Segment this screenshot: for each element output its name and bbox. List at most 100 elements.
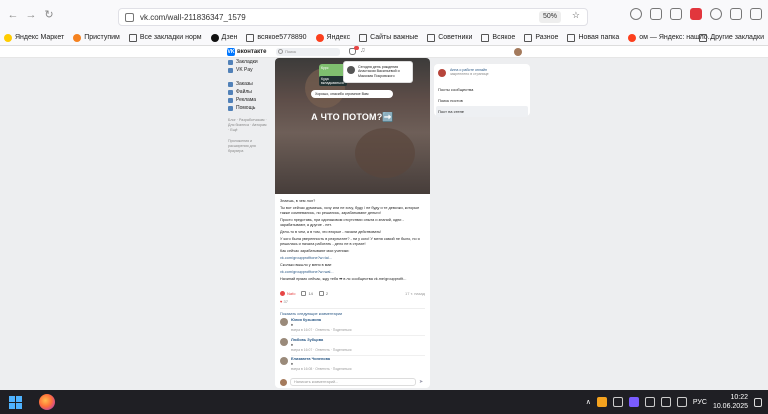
url-bar[interactable]: vk.com/wall-211836347_1579 50% ☆ [118, 8, 588, 26]
bookmark-item[interactable]: Дзен [210, 33, 237, 42]
menu-item-bookmarks[interactable]: Закладки [228, 58, 268, 66]
comment-meta[interactable]: вчера в 16:08 · Ответить · Поделиться [291, 367, 351, 371]
ads-icon [228, 97, 233, 103]
nav-link-wall-post[interactable]: Пост на стене [436, 106, 528, 117]
menu-footer-apps[interactable]: Приложения и расширения для браузера [228, 139, 268, 154]
post-link[interactable]: vk.com/groupprofitone?w=wal... [280, 270, 425, 275]
tray-chevron-icon[interactable]: ∧ [586, 398, 591, 406]
menu-icon[interactable] [750, 8, 762, 20]
comment-input[interactable]: Написать комментарий... [290, 378, 416, 386]
comment-avatar[interactable] [280, 318, 288, 326]
vk-extension-icon[interactable] [690, 8, 702, 20]
share-icon[interactable] [318, 290, 324, 296]
account-icon[interactable] [710, 8, 722, 20]
nav-link-community-posts[interactable]: Посты сообщества [436, 84, 528, 95]
post-image[interactable]: Курс Куда вкладываться Сегодня день рожд… [275, 58, 430, 194]
comment-text: ♦ [291, 362, 293, 366]
addon-icon[interactable] [730, 8, 742, 20]
menu-item-vkpay[interactable]: VK Pay [228, 66, 268, 74]
comment-author[interactable]: Юлия Кузьмина [291, 318, 321, 322]
bookmark-item[interactable]: Яндекс [315, 33, 350, 42]
comment-text: ♦ [291, 343, 293, 347]
comment-meta[interactable]: вчера в 16:07 · Ответить · Поделиться [291, 328, 351, 332]
bookmark-folder[interactable]: Сайты важные [359, 33, 418, 42]
comment-meta[interactable]: вчера в 16:07 · Ответить · Поделиться [291, 348, 351, 352]
post-link[interactable]: vk.com/groupprofitone?w=tal... [280, 256, 425, 261]
comment-icon[interactable] [301, 290, 307, 296]
image-blur [355, 128, 415, 178]
tray-app-icon[interactable] [628, 397, 639, 407]
forward-arrow-icon[interactable]: → [24, 8, 38, 22]
post-nav-links: Посты сообщества Поиск постов Пост на ст… [436, 84, 528, 117]
post-paragraph: У кого была уверенность в результате? - … [280, 237, 420, 246]
folder-icon [567, 33, 576, 42]
battery-icon[interactable] [660, 397, 671, 407]
bookmark-folder[interactable]: Разное [524, 33, 558, 42]
bookmarks-icon [228, 59, 233, 65]
zoom-level[interactable]: 50% [538, 11, 561, 23]
bookmark-item[interactable]: Яндекс Маркет [4, 33, 64, 42]
chat-message: Хорошо, спасибо огромное Вам [311, 90, 393, 98]
bookmark-folder[interactable]: Всякое [481, 33, 515, 42]
music-note-icon[interactable]: ♫ [360, 47, 365, 54]
divider [280, 308, 425, 309]
extensions-icon[interactable] [670, 8, 682, 20]
post-paragraph: Сколько вышло у меня в мае [280, 263, 332, 267]
bookmark-folder[interactable]: Советники [427, 33, 472, 42]
clock-time: 10:22 [730, 394, 748, 401]
network-icon[interactable] [644, 397, 655, 407]
user-avatar[interactable] [514, 48, 522, 56]
toolbar-actions [630, 8, 762, 20]
bookmark-icon [73, 33, 82, 42]
help-icon [228, 105, 233, 111]
notifications-icon[interactable] [754, 397, 762, 407]
folder-icon [246, 33, 255, 42]
like-button[interactable]: Nafo [280, 290, 295, 296]
bookmark-star-icon[interactable]: ☆ [572, 10, 580, 21]
comments-count: 14 [308, 290, 313, 296]
views-row: ♥ 37 [280, 299, 288, 304]
menu-item-ads[interactable]: Реклама [228, 96, 268, 104]
clock[interactable]: 10:22 10.06.2025 [713, 393, 748, 411]
notifications-bell-icon[interactable] [349, 46, 359, 55]
post-time: 17 т. назад [405, 290, 425, 296]
comment-avatar[interactable] [280, 338, 288, 346]
downloads-icon[interactable] [650, 8, 662, 20]
menu-item-files[interactable]: Файлы [228, 88, 268, 96]
menu-item-help[interactable]: Помощь [228, 104, 268, 112]
menu-item-orders[interactable]: Заказы [228, 80, 268, 88]
send-icon[interactable]: ➤ [419, 379, 425, 385]
folder-icon [699, 33, 708, 42]
comment-avatar[interactable] [280, 357, 288, 365]
show-more-comments-link[interactable]: Показать следующие комментарии [280, 312, 342, 316]
vk-logo[interactable]: VK вконтакте [227, 48, 266, 56]
nav-link-search-posts[interactable]: Поиск постов [436, 95, 528, 106]
pocket-icon[interactable] [630, 8, 642, 20]
comment-author[interactable]: Елизавета Чиненова [291, 357, 330, 361]
url-text[interactable]: vk.com/wall-211836347_1579 [140, 13, 246, 22]
firefox-icon[interactable] [39, 394, 55, 410]
windows-start-icon[interactable] [9, 395, 22, 409]
browser-toolbar: ← → ↻ vk.com/wall-211836347_1579 50% ☆ [0, 0, 768, 30]
other-bookmarks[interactable]: Другие закладки [699, 33, 764, 42]
reload-icon[interactable]: ↻ [42, 8, 56, 22]
bookmark-folder[interactable]: Все закладки норм [128, 33, 202, 42]
bookmarks-bar: Яндекс Маркет Приступим Все закладки нор… [0, 30, 768, 46]
bookmark-folder[interactable]: всякое5778890 [246, 33, 307, 42]
back-arrow-icon[interactable]: ← [6, 8, 20, 22]
bookmark-folder[interactable]: Новая папка [567, 33, 619, 42]
divider [291, 335, 425, 336]
comment-author[interactable]: Любовь Зубцова [291, 338, 323, 342]
post-text: Знаешь, в чем лол? Ты вот сейчас думаешь… [280, 199, 425, 284]
screenshot-icon[interactable] [612, 397, 623, 407]
tray-app-icon[interactable] [596, 397, 607, 407]
community-avatar[interactable] [438, 69, 446, 77]
volume-icon[interactable] [676, 397, 687, 407]
vk-search-input[interactable]: Поиск [276, 48, 340, 56]
menu-footer-links[interactable]: Блог · Разработчикам · Для бизнеса · Авт… [228, 118, 268, 133]
image-headline: А ЧТО ПОТОМ?➡️ [311, 112, 394, 122]
site-info-icon[interactable] [125, 12, 134, 22]
language-indicator[interactable]: РУС [693, 399, 707, 406]
bookmark-item[interactable]: Приступим [73, 33, 120, 42]
folder-icon [359, 33, 368, 42]
